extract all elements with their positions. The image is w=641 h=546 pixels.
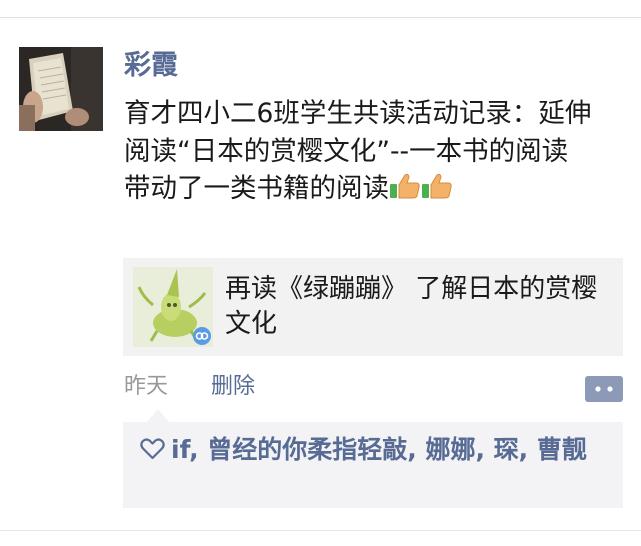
avatar[interactable] (19, 47, 103, 131)
link-title: 再读《绿蹦蹦》 了解日本的赏樱文化 (225, 274, 598, 339)
likes-row: if, 曾经的你柔指轻敲, 娜娜, 琛, 曹靓 (140, 432, 615, 467)
avatar-image (19, 47, 103, 131)
bottom-divider (0, 530, 641, 531)
likes-caret (147, 409, 169, 422)
delete-button[interactable]: 删除 (211, 372, 255, 402)
thumbs-up-icon (421, 172, 453, 200)
top-divider (0, 17, 641, 18)
post-text-block: 育才四小二6班学生共读活动记录：延伸阅读“日本的赏樱文化”--一本书的阅读带动了… (124, 95, 594, 208)
link-thumbnail (133, 267, 213, 347)
likes-panel: if, 曾经的你柔指轻敲, 娜娜, 琛, 曹靓 (123, 422, 623, 508)
shared-link-card[interactable]: 再读《绿蹦蹦》 了解日本的赏樱文化 (123, 258, 623, 356)
comment-menu-button[interactable] (585, 376, 623, 402)
post-text: 育才四小二6班学生共读活动记录：延伸阅读“日本的赏樱文化”--一本书的阅读带动了… (124, 98, 592, 204)
thumbs-up-icon (389, 172, 421, 200)
post-time: 昨天 (124, 374, 169, 399)
more-dots-icon (585, 376, 623, 402)
author-name[interactable]: 彩霞 (124, 48, 178, 84)
link-badge-icon (193, 327, 211, 345)
liker-names[interactable]: if, 曾经的你柔指轻敲, 娜娜, 琛, 曹靓 (171, 435, 587, 464)
heart-icon (140, 434, 165, 460)
